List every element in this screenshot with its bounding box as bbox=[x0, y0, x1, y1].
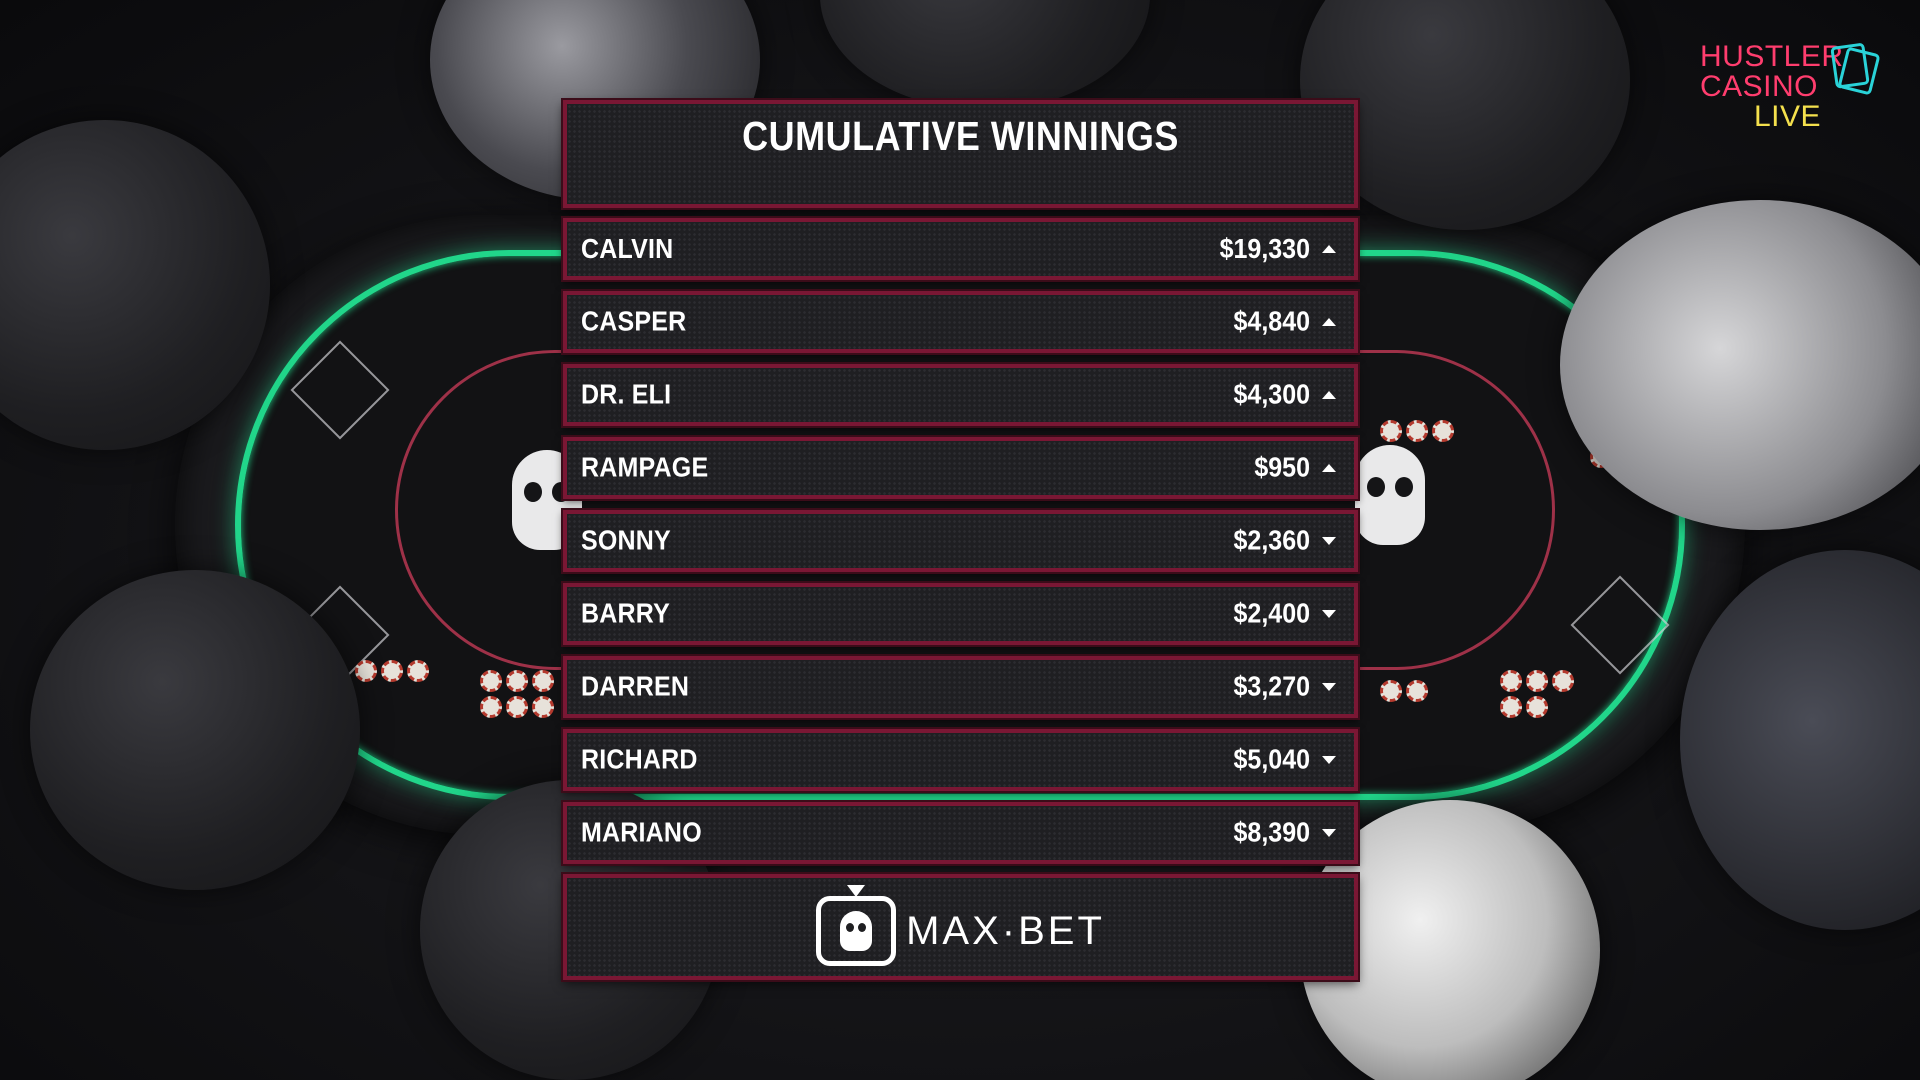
caret-down-icon bbox=[1322, 756, 1336, 764]
brand-line-3: LIVE bbox=[1754, 100, 1822, 133]
player-winnings: $3,270 bbox=[1233, 671, 1310, 702]
player-winnings: $2,400 bbox=[1233, 598, 1310, 629]
player-winnings: $4,300 bbox=[1233, 379, 1310, 410]
tv-skull-icon bbox=[816, 885, 897, 966]
caret-down-icon bbox=[1322, 537, 1336, 545]
player-seat bbox=[30, 570, 360, 890]
player-winnings: $950 bbox=[1254, 452, 1310, 483]
caret-down-icon bbox=[1322, 683, 1336, 691]
sponsor-banner: MAX·BET bbox=[563, 874, 1358, 980]
player-winnings: $4,840 bbox=[1233, 306, 1310, 337]
player-winnings: $8,390 bbox=[1233, 817, 1310, 848]
player-name: RAMPAGE bbox=[581, 452, 709, 483]
caret-up-icon bbox=[1322, 245, 1336, 253]
chip-stack bbox=[355, 660, 445, 682]
panel-title: CUMULATIVE WINNINGS bbox=[742, 112, 1179, 159]
winnings-row: RAMPAGE $950 bbox=[563, 437, 1358, 499]
cumulative-winnings-panel: CUMULATIVE WINNINGS CALVIN $19,330 CASPER $… bbox=[563, 100, 1358, 980]
winnings-row: DR. ELI $4,300 bbox=[563, 364, 1358, 426]
caret-up-icon bbox=[1322, 464, 1336, 472]
maxbet-logo: MAX·BET bbox=[816, 885, 1105, 966]
player-name: DR. ELI bbox=[581, 379, 672, 410]
hustler-casino-live-logo: HUSTLER CASINO LIVE bbox=[1700, 42, 1885, 132]
player-name: DARREN bbox=[581, 671, 690, 702]
chip-stack bbox=[1380, 420, 1470, 442]
player-seat bbox=[820, 0, 1150, 110]
chip-stack bbox=[1380, 680, 1470, 702]
winnings-row: RICHARD $5,040 bbox=[563, 729, 1358, 791]
chip-stack bbox=[1500, 670, 1590, 718]
caret-down-icon bbox=[1322, 829, 1336, 837]
player-name: MARIANO bbox=[581, 817, 702, 848]
caret-up-icon bbox=[1322, 318, 1336, 326]
winnings-row: CALVIN $19,330 bbox=[563, 218, 1358, 280]
stream-frame: HUSTLER CASINO LIVE CUMULATIVE WINNINGS … bbox=[0, 0, 1920, 1080]
winnings-list: CALVIN $19,330 CASPER $4,840 DR. ELI $4,300 RA… bbox=[563, 218, 1358, 875]
winnings-row: CASPER $4,840 bbox=[563, 291, 1358, 353]
player-name: BARRY bbox=[581, 598, 670, 629]
caret-down-icon bbox=[1322, 610, 1336, 618]
player-winnings: $2,360 bbox=[1233, 525, 1310, 556]
winnings-row: DARREN $3,270 bbox=[563, 656, 1358, 718]
player-name: CASPER bbox=[581, 306, 687, 337]
player-name: CALVIN bbox=[581, 233, 674, 264]
caret-up-icon bbox=[1322, 391, 1336, 399]
skull-emblem-icon bbox=[1355, 445, 1425, 545]
winnings-row: SONNY $2,360 bbox=[563, 510, 1358, 572]
winnings-row: BARRY $2,400 bbox=[563, 583, 1358, 645]
chip-stack bbox=[480, 670, 570, 718]
player-winnings: $5,040 bbox=[1233, 744, 1310, 775]
player-name: SONNY bbox=[581, 525, 671, 556]
player-name: RICHARD bbox=[581, 744, 698, 775]
panel-header: CUMULATIVE WINNINGS bbox=[563, 100, 1358, 208]
sponsor-label: MAX·BET bbox=[906, 908, 1105, 953]
winnings-row: MARIANO $8,390 bbox=[563, 802, 1358, 864]
player-winnings: $19,330 bbox=[1219, 233, 1310, 264]
